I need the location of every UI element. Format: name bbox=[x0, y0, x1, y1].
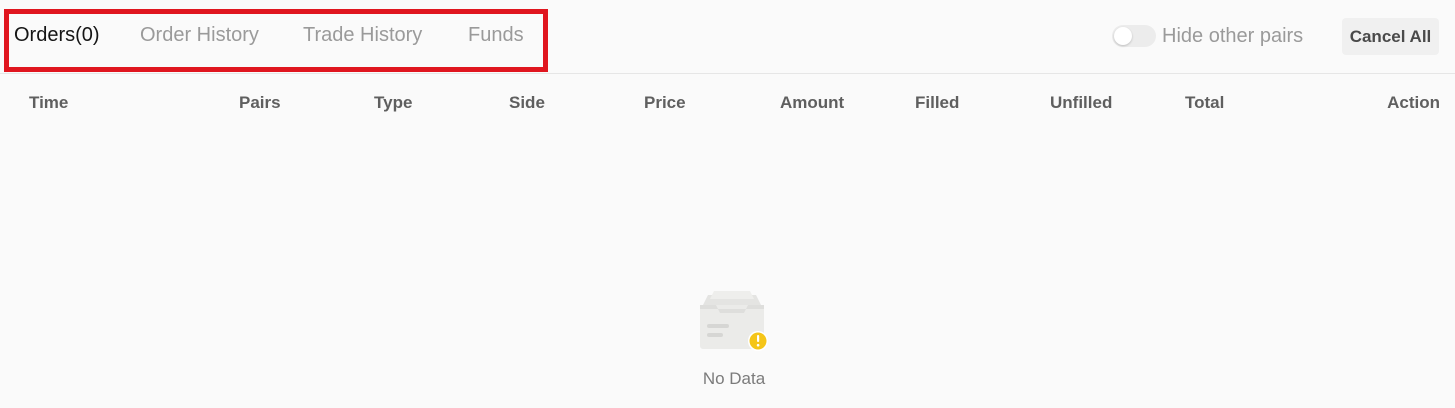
column-header-type: Type bbox=[374, 93, 413, 112]
empty-state-text: No Data bbox=[702, 369, 766, 388]
tab-trade-history[interactable]: Trade History bbox=[303, 24, 422, 47]
hide-other-pairs-label[interactable]: Hide other pairs bbox=[1162, 25, 1303, 48]
cancel-all-button[interactable]: Cancel All bbox=[1342, 18, 1439, 55]
open-orders-panel: Orders(0) Order History Trade History Fu… bbox=[0, 0, 1455, 408]
column-header-price: Price bbox=[644, 93, 686, 112]
column-header-action: Action bbox=[1387, 93, 1440, 112]
column-header-unfilled: Unfilled bbox=[1050, 93, 1113, 112]
empty-inbox-icon bbox=[700, 291, 768, 351]
column-header-side: Side bbox=[509, 93, 545, 112]
toggle-knob bbox=[1114, 27, 1132, 45]
tab-order-history[interactable]: Order History bbox=[140, 24, 259, 47]
column-header-pairs: Pairs bbox=[239, 93, 281, 112]
column-header-time: Time bbox=[29, 93, 69, 112]
column-header-total: Total bbox=[1185, 93, 1225, 112]
orders-toolbar: Orders(0) Order History Trade History Fu… bbox=[0, 0, 1455, 74]
tab-orders[interactable]: Orders(0) bbox=[14, 24, 100, 47]
tab-funds[interactable]: Funds bbox=[468, 24, 524, 47]
column-header-amount: Amount bbox=[780, 93, 845, 112]
hide-other-pairs-toggle[interactable] bbox=[1112, 25, 1156, 47]
column-header-filled: Filled bbox=[915, 93, 960, 112]
